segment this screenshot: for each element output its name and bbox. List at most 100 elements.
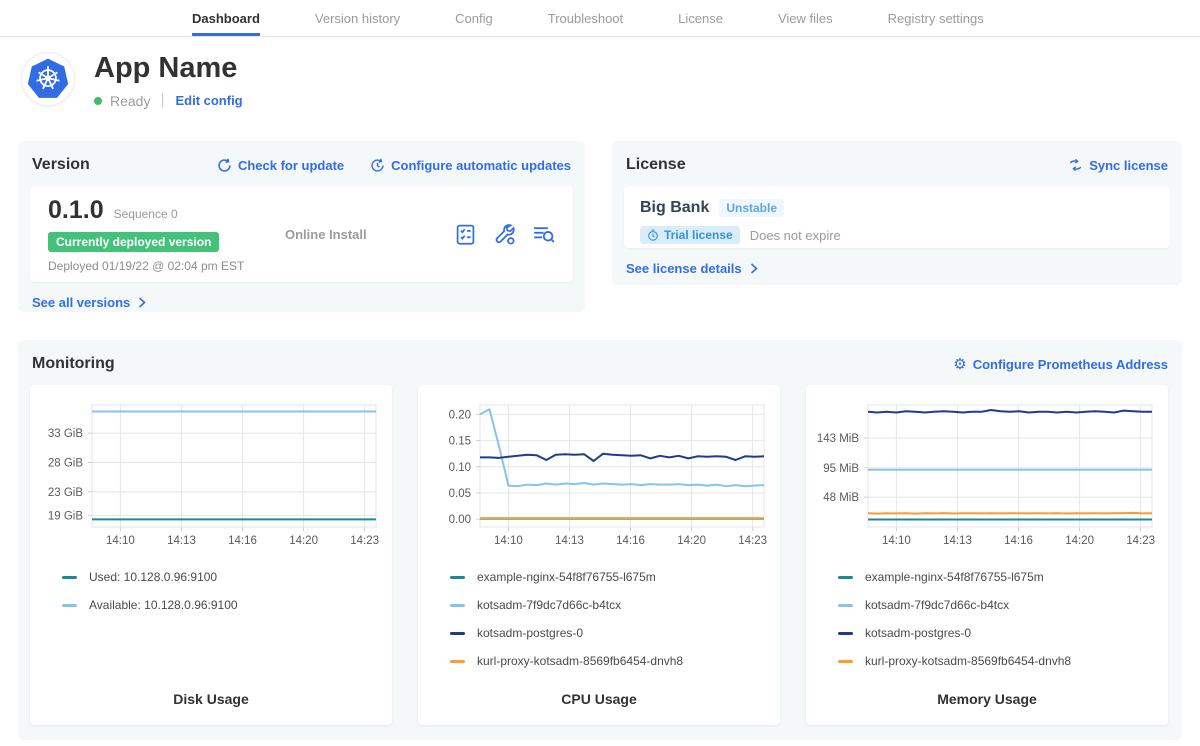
svg-text:23 GiB: 23 GiB [48, 487, 83, 499]
svg-text:14:16: 14:16 [616, 535, 645, 547]
legend-item: kurl-proxy-kotsadm-8569fb6454-dnvh8 [838, 647, 1160, 675]
legend-label: Used: 10.128.0.96:9100 [89, 570, 217, 584]
view-logs-icon[interactable] [532, 223, 555, 246]
legend-label: kotsadm-7f9dc7d66c-b4tcx [865, 598, 1009, 612]
license-section-title: License [626, 156, 686, 174]
svg-text:14:20: 14:20 [677, 535, 706, 547]
legend-swatch [450, 660, 465, 663]
page-title: App Name [94, 53, 243, 85]
legend-label: kurl-proxy-kotsadm-8569fb6454-dnvh8 [477, 654, 683, 668]
legend-item: kotsadm-postgres-0 [450, 619, 772, 647]
see-all-versions-link[interactable]: See all versions [32, 295, 146, 310]
channel-badge: Unstable [719, 199, 784, 217]
svg-text:14:20: 14:20 [289, 535, 318, 547]
svg-text:0.05: 0.05 [449, 488, 471, 500]
legend-swatch [62, 604, 77, 607]
monitoring-section-title: Monitoring [32, 355, 115, 373]
cpu-usage-chart: 0.000.050.100.150.2014:1014:1314:1614:20… [426, 393, 772, 553]
version-section-title: Version [32, 156, 90, 174]
legend-item: Used: 10.128.0.96:9100 [62, 563, 384, 591]
legend-swatch [450, 576, 465, 579]
legend-item: example-nginx-54f8f76755-l675m [450, 563, 772, 591]
trial-license-badge: Trial license [640, 226, 740, 244]
legend-swatch [450, 632, 465, 635]
svg-text:14:23: 14:23 [350, 535, 379, 547]
svg-text:143 MiB: 143 MiB [817, 433, 860, 445]
top-navigation: Dashboard Version history Config Trouble… [0, 0, 1200, 37]
memory-usage-legend: example-nginx-54f8f76755-l675m kotsadm-7f… [838, 563, 1160, 675]
install-type-label: Online Install [263, 227, 454, 242]
tab-dashboard[interactable]: Dashboard [192, 0, 260, 36]
tab-version-history[interactable]: Version history [315, 0, 400, 36]
chevron-right-icon [138, 297, 146, 308]
svg-text:14:16: 14:16 [1004, 535, 1033, 547]
see-license-details-link[interactable]: See license details [626, 261, 758, 276]
check-for-update-link[interactable]: Check for update [217, 158, 344, 173]
legend-label: Available: 10.128.0.96:9100 [89, 598, 238, 612]
legend-swatch [62, 576, 77, 579]
deployed-timestamp: Deployed 01/19/22 @ 02:04 pm EST [48, 259, 263, 273]
svg-text:48 MiB: 48 MiB [823, 492, 859, 504]
disk-usage-chart-card: 19 GiB23 GiB28 GiB33 GiB14:1014:1314:161… [30, 385, 392, 725]
svg-text:14:20: 14:20 [1065, 535, 1094, 547]
version-number: 0.1.0 [48, 196, 104, 225]
svg-text:14:23: 14:23 [738, 535, 767, 547]
legend-label: kotsadm-postgres-0 [865, 626, 971, 640]
legend-item: example-nginx-54f8f76755-l675m [838, 563, 1160, 591]
disk-usage-legend: Used: 10.128.0.96:9100 Available: 10.128.… [62, 563, 384, 619]
disk-usage-chart: 19 GiB23 GiB28 GiB33 GiB14:1014:1314:161… [38, 393, 384, 553]
legend-swatch [450, 604, 465, 607]
tab-troubleshoot[interactable]: Troubleshoot [548, 0, 623, 36]
configure-prometheus-link[interactable]: ⚙ Configure Prometheus Address [953, 357, 1168, 372]
legend-item: kotsadm-7f9dc7d66c-b4tcx [450, 591, 772, 619]
svg-text:14:10: 14:10 [106, 535, 135, 547]
auto-update-clock-icon [370, 158, 385, 173]
svg-text:14:13: 14:13 [167, 535, 196, 547]
license-name: Big Bank [640, 199, 709, 217]
refresh-icon [217, 158, 232, 173]
kubernetes-logo-icon [22, 53, 74, 105]
tab-view-files[interactable]: View files [778, 0, 833, 36]
monitoring-section: Monitoring ⚙ Configure Prometheus Addres… [18, 340, 1182, 740]
legend-item: kurl-proxy-kotsadm-8569fb6454-dnvh8 [450, 647, 772, 675]
svg-text:14:23: 14:23 [1126, 535, 1155, 547]
legend-item: kotsadm-postgres-0 [838, 619, 1160, 647]
license-card: Big Bank Unstable Trial license Does not… [624, 186, 1170, 248]
svg-text:14:10: 14:10 [882, 535, 911, 547]
license-section: License Sync license Big Bank Unstable T… [612, 141, 1182, 285]
svg-text:19 GiB: 19 GiB [48, 510, 83, 522]
svg-text:28 GiB: 28 GiB [48, 457, 83, 469]
tab-config[interactable]: Config [455, 0, 493, 36]
tab-registry-settings[interactable]: Registry settings [888, 0, 984, 36]
chevron-right-icon [750, 263, 758, 274]
svg-text:14:13: 14:13 [555, 535, 584, 547]
preflight-checklist-icon[interactable] [454, 223, 477, 246]
legend-swatch [838, 660, 853, 663]
legend-label: example-nginx-54f8f76755-l675m [477, 570, 656, 584]
memory-usage-chart-card: 48 MiB95 MiB143 MiB14:1014:1314:1614:201… [806, 385, 1168, 725]
chart-title: CPU Usage [426, 691, 772, 725]
cpu-usage-chart-card: 0.000.050.100.150.2014:1014:1314:1614:20… [418, 385, 780, 725]
legend-label: kurl-proxy-kotsadm-8569fb6454-dnvh8 [865, 654, 1071, 668]
config-wrench-icon[interactable] [493, 223, 516, 246]
legend-item: Available: 10.128.0.96:9100 [62, 591, 384, 619]
svg-text:14:10: 14:10 [494, 535, 523, 547]
svg-text:33 GiB: 33 GiB [48, 428, 83, 440]
status-dot [94, 97, 102, 105]
legend-swatch [838, 604, 853, 607]
chart-title: Disk Usage [38, 691, 384, 725]
svg-text:0.10: 0.10 [449, 462, 471, 474]
legend-swatch [838, 632, 853, 635]
version-sequence: Sequence 0 [114, 207, 178, 221]
tab-license[interactable]: License [678, 0, 723, 36]
legend-label: kotsadm-postgres-0 [477, 626, 583, 640]
edit-config-link[interactable]: Edit config [175, 93, 242, 108]
svg-text:0.00: 0.00 [449, 514, 471, 526]
version-section: Version Check for update Configure autom… [18, 141, 585, 312]
divider [162, 93, 163, 108]
configure-automatic-updates-link[interactable]: Configure automatic updates [370, 158, 571, 173]
memory-usage-chart: 48 MiB95 MiB143 MiB14:1014:1314:1614:201… [814, 393, 1160, 553]
sync-license-link[interactable]: Sync license [1068, 158, 1168, 173]
legend-label: kotsadm-7f9dc7d66c-b4tcx [477, 598, 621, 612]
license-expiry: Does not expire [750, 228, 841, 243]
